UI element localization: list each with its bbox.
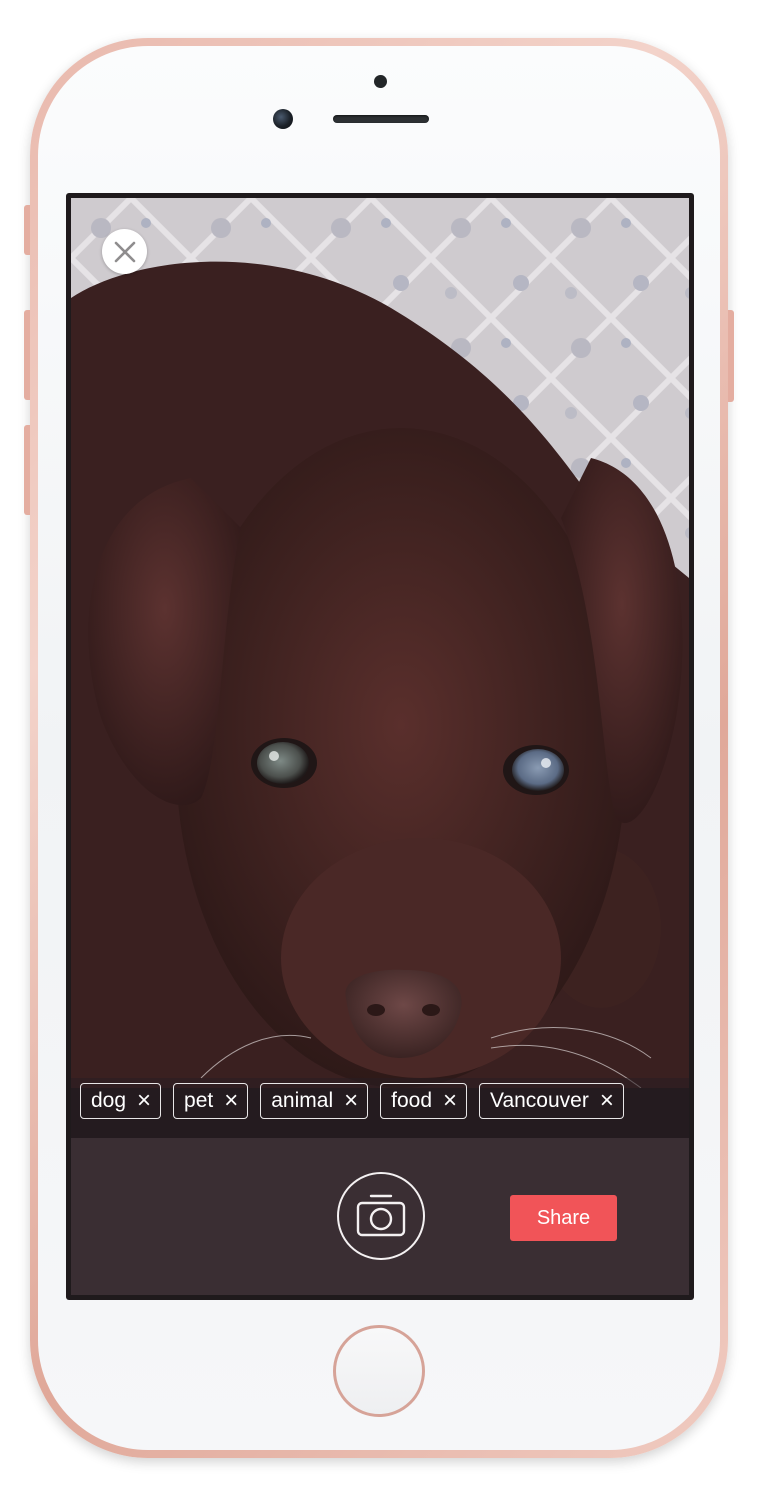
tag-label: pet	[184, 1089, 214, 1112]
phone-screen: dog × pet × animal × food × Vancouver ×	[66, 193, 694, 1300]
puppy-illustration	[71, 198, 689, 1088]
tag-chip-vancouver[interactable]: Vancouver ×	[479, 1083, 624, 1119]
close-button[interactable]	[102, 229, 147, 274]
volume-down-button	[24, 425, 30, 515]
close-icon	[114, 241, 135, 262]
share-button[interactable]: Share	[510, 1195, 617, 1241]
tag-chip-pet[interactable]: pet ×	[173, 1083, 249, 1119]
tag-chip-food[interactable]: food ×	[380, 1083, 467, 1119]
tag-list: dog × pet × animal × food × Vancouver ×	[80, 1083, 624, 1119]
proximity-sensor	[374, 75, 387, 88]
remove-tag-icon[interactable]: ×	[136, 1089, 152, 1113]
remove-tag-icon[interactable]: ×	[343, 1089, 359, 1113]
silent-switch	[24, 205, 30, 255]
tag-label: Vancouver	[490, 1089, 589, 1112]
power-button	[728, 310, 734, 402]
tag-bar: dog × pet × animal × food × Vancouver ×	[71, 1078, 689, 1138]
camera-icon	[356, 1194, 406, 1237]
tag-chip-dog[interactable]: dog ×	[80, 1083, 162, 1119]
tag-label: dog	[91, 1089, 127, 1112]
tag-label: food	[391, 1089, 432, 1112]
camera-controls: Share	[71, 1138, 689, 1295]
earpiece-speaker	[333, 115, 429, 123]
remove-tag-icon[interactable]: ×	[442, 1089, 458, 1113]
volume-up-button	[24, 310, 30, 400]
remove-tag-icon[interactable]: ×	[223, 1089, 239, 1113]
remove-tag-icon[interactable]: ×	[599, 1089, 615, 1113]
capture-button[interactable]	[337, 1172, 425, 1260]
tag-chip-animal[interactable]: animal ×	[260, 1083, 369, 1119]
puppy-photo	[71, 198, 689, 1088]
front-camera-icon	[273, 109, 293, 129]
home-button[interactable]	[333, 1325, 425, 1417]
tag-label: animal	[271, 1089, 334, 1112]
